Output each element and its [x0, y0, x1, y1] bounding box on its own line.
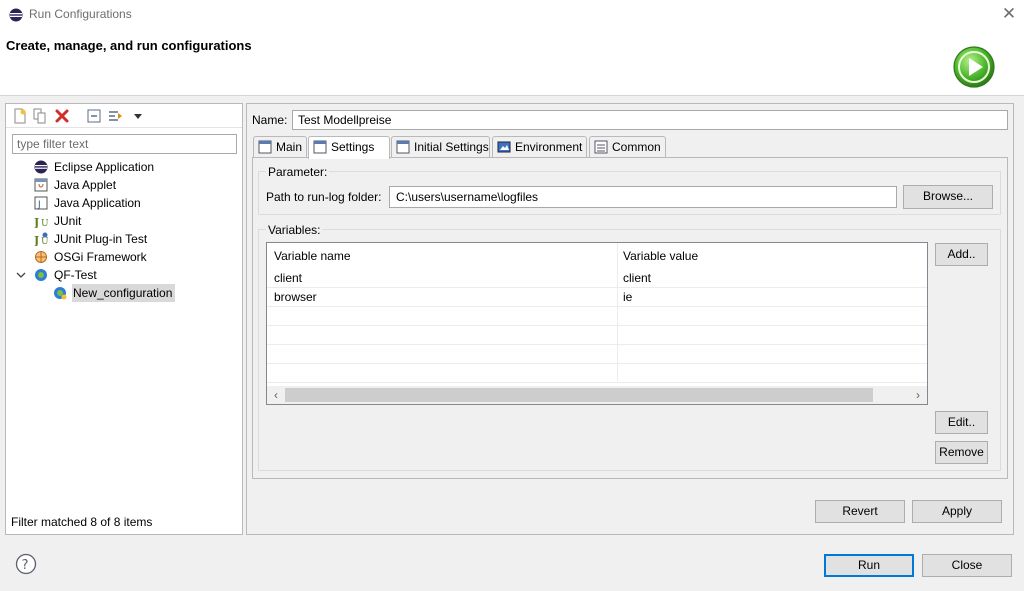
eclipse-icon [34, 160, 48, 174]
filter-status: Filter matched 8 of 8 items [11, 515, 153, 529]
name-label: Name: [252, 113, 288, 127]
main-tab-icon [258, 140, 272, 154]
tab-environment[interactable]: Environment [492, 136, 587, 158]
new-configuration-icon[interactable] [12, 108, 28, 124]
collapse-all-icon[interactable] [86, 108, 102, 124]
svg-text:U: U [41, 219, 48, 228]
table-cell: ie [623, 290, 633, 304]
remove-variable-button[interactable]: Remove [935, 441, 988, 464]
help-icon[interactable]: ? [15, 553, 37, 575]
title-bar [0, 0, 1024, 30]
chevron-down-icon[interactable] [130, 108, 146, 124]
tab-label: Common [612, 140, 661, 154]
left-toolbar [6, 104, 242, 128]
table-row-empty [267, 364, 927, 383]
scroll-right-icon[interactable]: › [910, 387, 926, 403]
run-button[interactable]: Run [824, 554, 914, 577]
table-cell: browser [274, 290, 317, 304]
tab-main[interactable]: Main [253, 136, 307, 158]
page-title: Create, manage, and run configurations [6, 38, 252, 53]
svg-text:J: J [34, 234, 39, 246]
tree-item-label: Java Application [54, 196, 141, 210]
configuration-list-panel: Eclipse Application Java Applet J Java A… [5, 103, 243, 535]
tab-common[interactable]: Common [589, 136, 666, 158]
initial-settings-tab-icon [396, 140, 410, 154]
tab-label: Initial Settings [414, 140, 489, 154]
table-row-empty [267, 326, 927, 345]
apply-button[interactable]: Apply [912, 500, 1002, 523]
tab-label: Main [276, 140, 303, 154]
settings-tab-icon [313, 140, 327, 154]
tree-item-label: OSGi Framework [54, 250, 147, 264]
close-button[interactable]: Close [922, 554, 1012, 577]
svg-text:J: J [34, 216, 39, 228]
table-row-empty [267, 345, 927, 364]
scrollbar-thumb[interactable] [285, 388, 873, 402]
column-header-variable-name[interactable]: Variable name [274, 249, 351, 263]
edit-variable-button[interactable]: Edit.. [935, 411, 988, 434]
path-label: Path to run-log folder: [266, 190, 382, 204]
filter-icon[interactable] [108, 108, 124, 124]
delete-icon[interactable] [54, 108, 70, 124]
eclipse-icon [9, 8, 23, 22]
tab-label: Environment [515, 140, 583, 154]
browse-button[interactable]: Browse... [903, 185, 993, 209]
junit-plugin-icon: JU [34, 232, 48, 246]
tab-settings[interactable]: Settings [308, 136, 390, 159]
filter-input[interactable] [12, 134, 237, 154]
junit-icon: JU [34, 216, 48, 228]
tree-item-label: Java Applet [54, 178, 117, 192]
environment-tab-icon [497, 141, 511, 153]
scroll-left-icon[interactable]: ‹ [268, 387, 284, 403]
parameter-group-title: Parameter: [266, 165, 330, 179]
chevron-down-icon[interactable] [16, 270, 26, 280]
java-application-icon: J [34, 196, 48, 210]
table-row[interactable]: client client [267, 269, 927, 288]
table-cell: client [623, 271, 652, 285]
qftest-icon [35, 269, 47, 281]
tree-item-label: JUnit Plug-in Test [54, 232, 148, 246]
java-applet-icon [34, 178, 48, 192]
qftest-config-icon [54, 287, 67, 300]
revert-button[interactable]: Revert [815, 500, 905, 523]
window-title: Run Configurations [29, 7, 132, 21]
svg-text:U: U [41, 237, 48, 246]
variables-group-title: Variables: [266, 223, 323, 237]
tab-label: Settings [331, 140, 375, 154]
tree-item-label: QF-Test [54, 268, 97, 282]
horizontal-scrollbar[interactable]: ‹ › [267, 386, 927, 404]
close-icon[interactable]: ✕ [1000, 4, 1018, 24]
tree-item-label: Eclipse Application [54, 160, 155, 174]
svg-text:?: ? [22, 558, 29, 573]
tree-item-label: New_configuration [72, 284, 176, 302]
run-banner-icon [953, 46, 995, 88]
add-variable-button[interactable]: Add.. [935, 243, 988, 266]
duplicate-icon[interactable] [32, 108, 48, 124]
tree-item-label: JUnit [54, 214, 82, 228]
table-row-empty [267, 307, 927, 326]
name-field[interactable]: Test Modellpreise [292, 110, 1008, 130]
svg-text:J: J [37, 200, 41, 210]
tab-initial-settings[interactable]: Initial Settings [391, 136, 490, 158]
osgi-icon [35, 251, 47, 263]
log-folder-path-field[interactable]: C:\users\username\logfiles [389, 186, 897, 208]
table-header: Variable name Variable value [267, 243, 927, 269]
table-cell: client [274, 271, 303, 285]
variables-table: Variable name Variable value client clie… [266, 242, 928, 405]
table-row[interactable]: browser ie [267, 288, 927, 307]
column-header-variable-value[interactable]: Variable value [623, 249, 698, 263]
common-tab-icon [594, 140, 608, 154]
